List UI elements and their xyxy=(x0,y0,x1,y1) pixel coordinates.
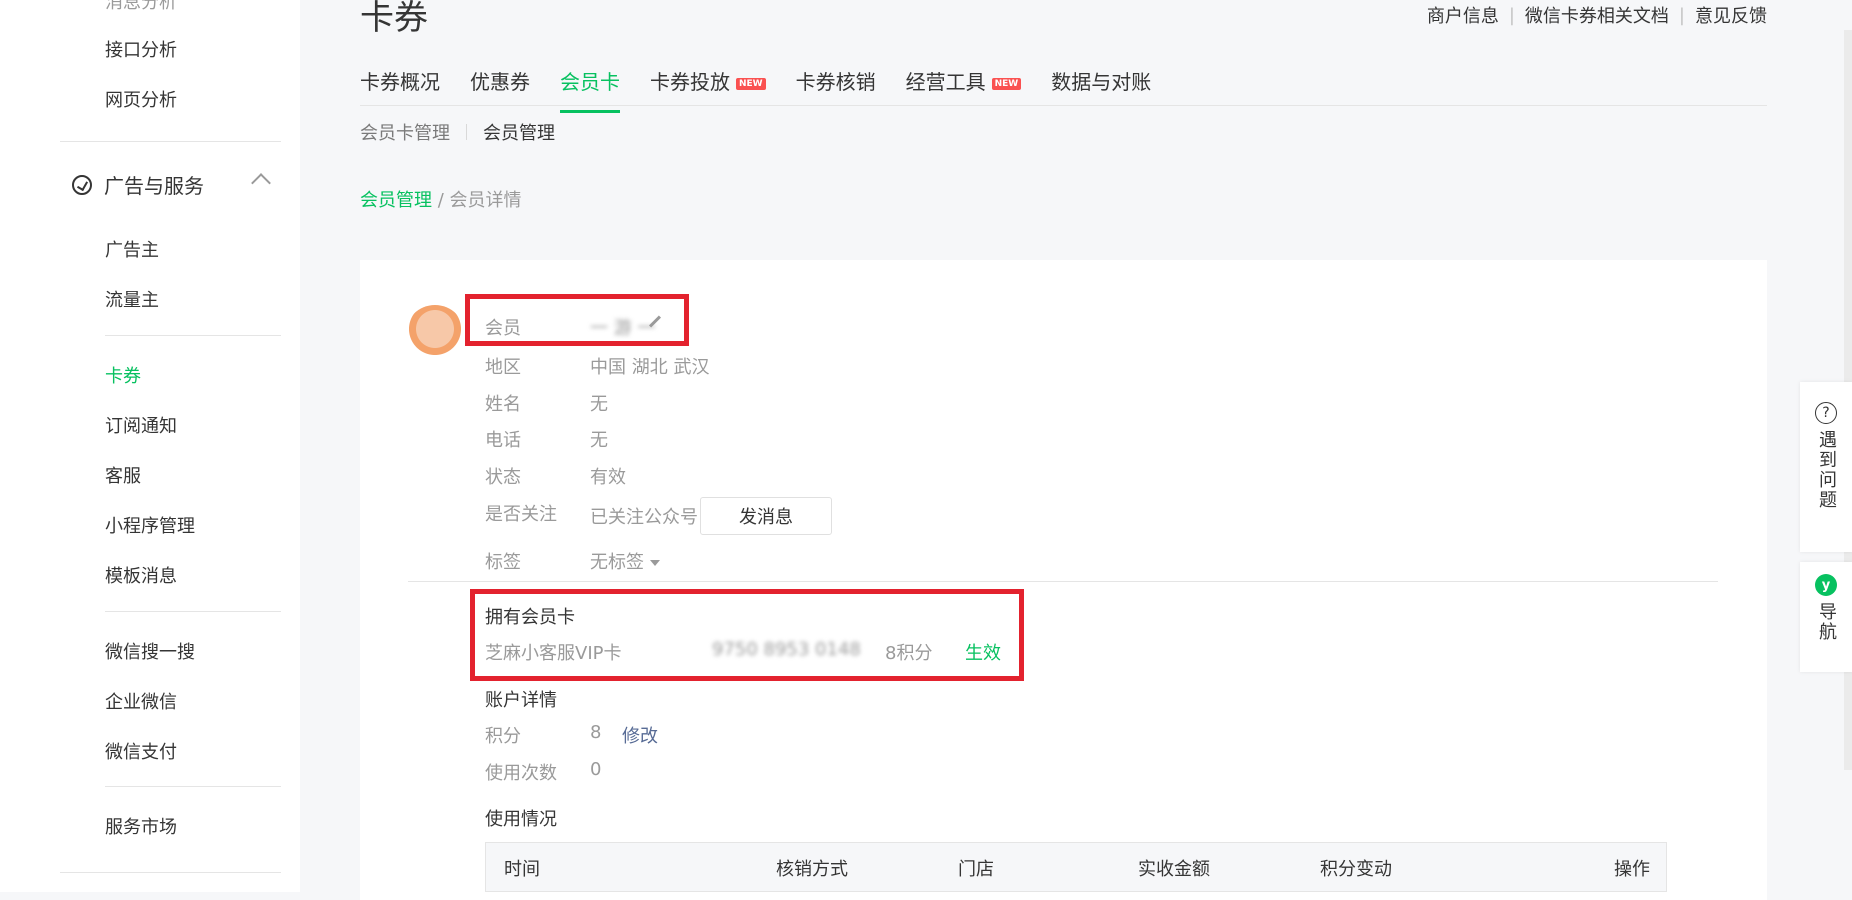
caret-down-icon xyxy=(650,560,660,566)
header-links: 商户信息 | 微信卡券相关文档 | 意见反馈 xyxy=(1427,2,1767,28)
tag-dropdown[interactable]: 无标签 xyxy=(590,548,660,574)
sidebar-item-web-analysis[interactable]: 网页分析 xyxy=(105,86,177,112)
sidebar: 消息分析 接口分析 网页分析 广告与服务 广告主 流量主 卡券 订阅通知 客服 … xyxy=(0,0,300,892)
help-text: 遇到问题 xyxy=(1816,430,1837,510)
sidebar-divider xyxy=(105,611,281,612)
avatar xyxy=(405,305,465,365)
question-icon: ? xyxy=(1815,402,1837,424)
name-label: 姓名 xyxy=(485,394,521,415)
usage-title: 使用情况 xyxy=(485,809,557,830)
send-message-button[interactable]: 发消息 xyxy=(700,497,832,535)
sidebar-item-work-wechat[interactable]: 企业微信 xyxy=(105,688,177,714)
uses-label: 使用次数 xyxy=(485,763,557,784)
breadcrumb-link[interactable]: 会员管理 xyxy=(360,190,432,211)
sidebar-item-cards[interactable]: 卡券 xyxy=(105,362,141,388)
sidebar-item-subscription[interactable]: 订阅通知 xyxy=(105,412,177,438)
compass-icon xyxy=(72,174,92,195)
subtab-separator xyxy=(466,124,467,140)
sidebar-group-label: 广告与服务 xyxy=(104,174,204,198)
sidebar-item-publisher[interactable]: 流量主 xyxy=(105,286,159,312)
sidebar-item-template-msg[interactable]: 模板消息 xyxy=(105,562,177,588)
sidebar-divider xyxy=(60,872,281,873)
points-value: 8 xyxy=(590,722,602,743)
chevron-up-icon[interactable] xyxy=(251,173,271,193)
sidebar-group-ads-services[interactable]: 广告与服务 xyxy=(72,170,204,199)
breadcrumb-separator: / xyxy=(432,190,450,211)
member-detail-card xyxy=(360,260,1767,900)
card-points: 8积分 xyxy=(885,643,933,664)
link-separator: | xyxy=(1678,4,1685,26)
region-label: 地区 xyxy=(485,357,521,378)
member-nickname: 一 游 一 xyxy=(590,318,656,339)
follow-value: 已关注公众号 xyxy=(590,507,698,528)
name-value: 无 xyxy=(590,394,608,415)
sidebar-divider xyxy=(105,786,281,787)
sidebar-item-message-analysis[interactable]: 消息分析 xyxy=(105,0,177,14)
points-label: 积分 xyxy=(485,726,521,747)
follow-label: 是否关注 xyxy=(485,504,557,525)
subtabs: 会员卡管理 会员管理 xyxy=(360,119,555,145)
sidebar-item-api-analysis[interactable]: 接口分析 xyxy=(105,36,177,62)
col-time: 时间 xyxy=(504,859,540,880)
breadcrumb: 会员管理 / 会员详情 xyxy=(360,186,522,212)
card-number: 9750 8953 0148 xyxy=(712,639,861,660)
region-value: 中国 湖北 武汉 xyxy=(590,357,710,378)
uses-value: 0 xyxy=(590,759,602,780)
usage-table-header: 时间 核销方式 门店 实收金额 积分变动 操作 xyxy=(485,842,1667,892)
sidebar-item-wechat-pay[interactable]: 微信支付 xyxy=(105,738,177,764)
breadcrumb-current: 会员详情 xyxy=(449,190,522,211)
nav-text: 导航 xyxy=(1816,602,1837,642)
sidebar-divider xyxy=(60,141,281,142)
modify-points-link[interactable]: 修改 xyxy=(622,722,658,748)
merchant-info-link[interactable]: 商户信息 xyxy=(1427,2,1499,28)
sidebar-item-wechat-search[interactable]: 微信搜一搜 xyxy=(105,638,195,664)
sidebar-item-customer-service[interactable]: 客服 xyxy=(105,462,141,488)
phone-label: 电话 xyxy=(485,430,521,451)
nav-icon: y xyxy=(1815,574,1837,596)
sidebar-item-miniprogram[interactable]: 小程序管理 xyxy=(105,512,195,538)
status-value: 有效 xyxy=(590,467,626,488)
col-actions: 操作 xyxy=(1614,859,1650,880)
sidebar-divider xyxy=(105,335,281,336)
account-title: 账户详情 xyxy=(485,690,557,711)
tabs-divider xyxy=(360,105,1767,106)
subtab-card-management[interactable]: 会员卡管理 xyxy=(360,119,450,145)
owned-cards-title: 拥有会员卡 xyxy=(485,607,575,628)
sidebar-item-advertiser[interactable]: 广告主 xyxy=(105,236,159,262)
col-amount: 实收金额 xyxy=(1138,859,1210,880)
feedback-link[interactable]: 意见反馈 xyxy=(1695,2,1767,28)
col-store: 门店 xyxy=(958,859,994,880)
page-title: 卡券 xyxy=(360,0,428,38)
link-separator: | xyxy=(1508,4,1515,26)
status-label: 状态 xyxy=(485,467,521,488)
nav-label: 导航 xyxy=(1800,602,1852,642)
new-badge: NEW xyxy=(736,77,766,90)
help-widget[interactable]: ? 遇到问题 xyxy=(1800,382,1852,552)
col-points-change: 积分变动 xyxy=(1320,859,1392,880)
phone-value: 无 xyxy=(590,430,608,451)
tag-label: 标签 xyxy=(485,552,521,573)
section-divider xyxy=(408,581,1718,582)
card-docs-link[interactable]: 微信卡券相关文档 xyxy=(1525,2,1669,28)
nav-widget[interactable]: y 导航 xyxy=(1800,562,1852,672)
sidebar-item-service-market[interactable]: 服务市场 xyxy=(105,813,177,839)
col-verify-method: 核销方式 xyxy=(776,859,848,880)
member-label: 会员 xyxy=(485,318,521,339)
card-status: 生效 xyxy=(965,643,1001,664)
card-name: 芝麻小客服VIP卡 xyxy=(485,643,622,664)
subtab-member-management[interactable]: 会员管理 xyxy=(483,119,555,145)
help-label: 遇到问题 xyxy=(1800,430,1852,510)
new-badge: NEW xyxy=(991,77,1022,90)
